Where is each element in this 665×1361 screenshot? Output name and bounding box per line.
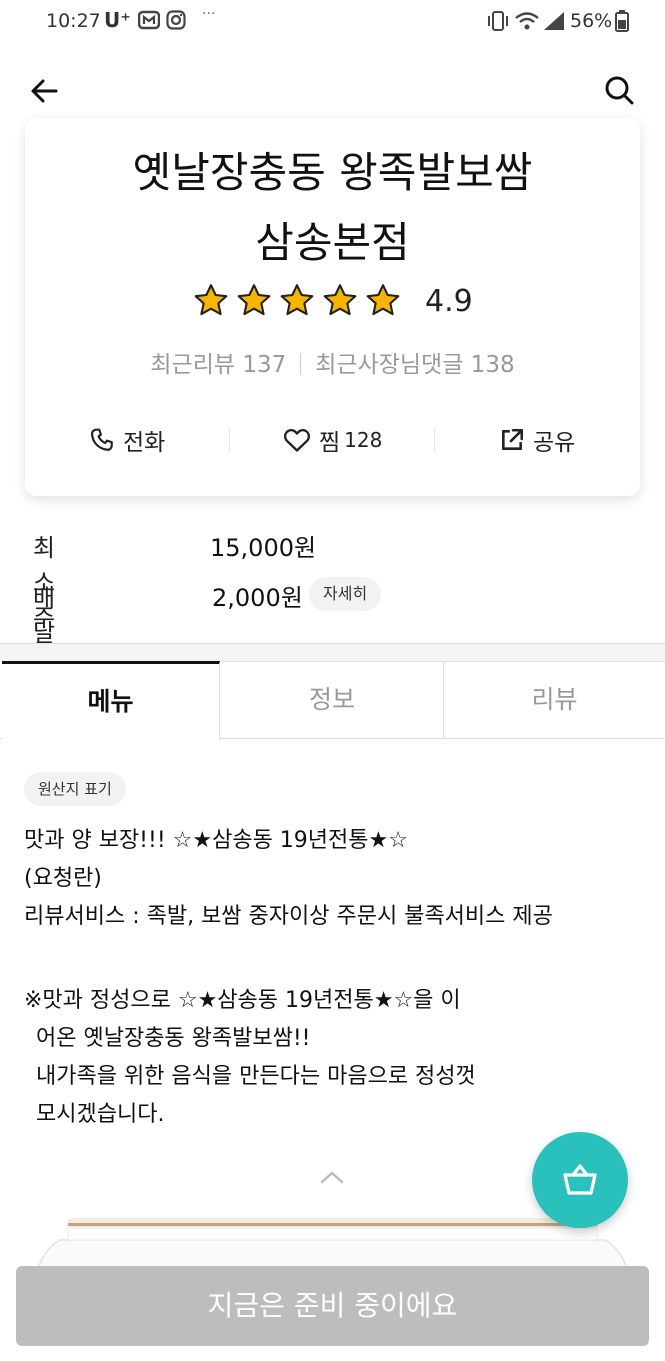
notice-line: 내가족을 위한 음식을 만든다는 마음으로 정성껏 [36,1064,476,1089]
rating-value: 4.9 [425,284,473,319]
more-notifications-icon: ··· [202,6,216,22]
arrow-left-icon [31,79,58,103]
star-icon [194,284,228,316]
min-order-value: 15,000원 [210,534,317,562]
vibrate-icon [488,11,508,31]
notice-line: ※맛과 정성으로 ☆★삼송동 19년전통★☆을 이 [24,988,461,1013]
delivery-tip-value: 2,000원 [212,584,303,612]
action-divider [434,428,435,452]
star-icon [237,284,271,316]
store-name-line2: 삼송본점 [255,218,410,267]
instagram-icon [166,10,186,30]
store-tabs: 메뉴 정보 리뷰 [0,661,665,740]
star-icon [280,284,314,316]
share-icon [502,428,524,450]
like-button[interactable]: 찜 128 [283,418,382,462]
star-icon [366,284,400,316]
heart-icon [283,428,311,452]
notice-line: (요청란) [24,866,102,891]
phone-icon [90,428,113,451]
store-name: 옛날장충동 왕족발보쌈 삼송본점 [25,138,640,278]
notice-line: 리뷰서비스 : 족발, 보쌈 중자이상 주문시 불족서비스 제공 [24,904,553,929]
battery-icon [615,10,629,32]
store-name-line1: 옛날장충동 왕족발보쌈 [132,148,533,197]
like-label: 찜 [319,430,341,456]
basket-icon [563,1164,597,1195]
battery-percent: 56% [570,10,613,32]
recent-review-count[interactable]: 최근리뷰 137 [150,352,286,378]
call-button[interactable]: 전화 [89,418,165,462]
back-button[interactable] [24,70,66,112]
share-label: 공유 [533,430,576,456]
tab-review[interactable]: 리뷰 [443,661,665,739]
app-notification-icon [138,10,160,30]
search-icon [605,76,634,105]
cart-button[interactable] [532,1132,628,1228]
origin-label-button[interactable]: 원산지 표기 [24,772,126,806]
star-icon [323,284,357,316]
rating-stars [193,283,401,319]
store-actions: 전화 찜 128 공유 [25,418,640,462]
action-divider [229,428,230,452]
notice-blank-line [24,936,649,982]
status-bar: 10:27 U⁺ ··· 56% [0,0,665,44]
delivery-tip-detail-button[interactable]: 자세히 [309,577,382,611]
notice-line: 어온 옛날장충동 왕족발보쌈!! [36,1026,311,1051]
signal-icon [544,12,564,30]
count-divider [300,353,302,375]
tab-info[interactable]: 정보 [221,661,443,739]
like-count: 128 [344,428,383,452]
tab-menu[interactable]: 메뉴 [2,661,220,740]
wifi-icon [515,12,539,30]
chevron-up-icon[interactable] [318,1168,346,1186]
review-counts: 최근리뷰 137 최근사장님댓글 138 [0,345,665,379]
notice-line: 맛과 양 보장!!! ☆★삼송동 19년전통★☆ [24,828,408,853]
share-button[interactable]: 공유 [499,418,575,462]
order-unavailable-button[interactable]: 지금은 준비 중이에요 [16,1266,649,1346]
owner-reply-count[interactable]: 최근사장님댓글 138 [315,352,514,378]
call-label: 전화 [123,430,166,456]
owner-notice: 맛과 양 보장!!! ☆★삼송동 19년전통★☆ (요청란) 리뷰서비스 : 족… [24,822,649,1134]
section-divider [0,643,665,661]
carrier-label: U⁺ [104,8,131,32]
status-time: 10:27 [46,10,101,32]
search-button[interactable] [598,70,640,112]
app-header [0,58,665,122]
notice-line: 모시겠습니다. [36,1102,165,1127]
